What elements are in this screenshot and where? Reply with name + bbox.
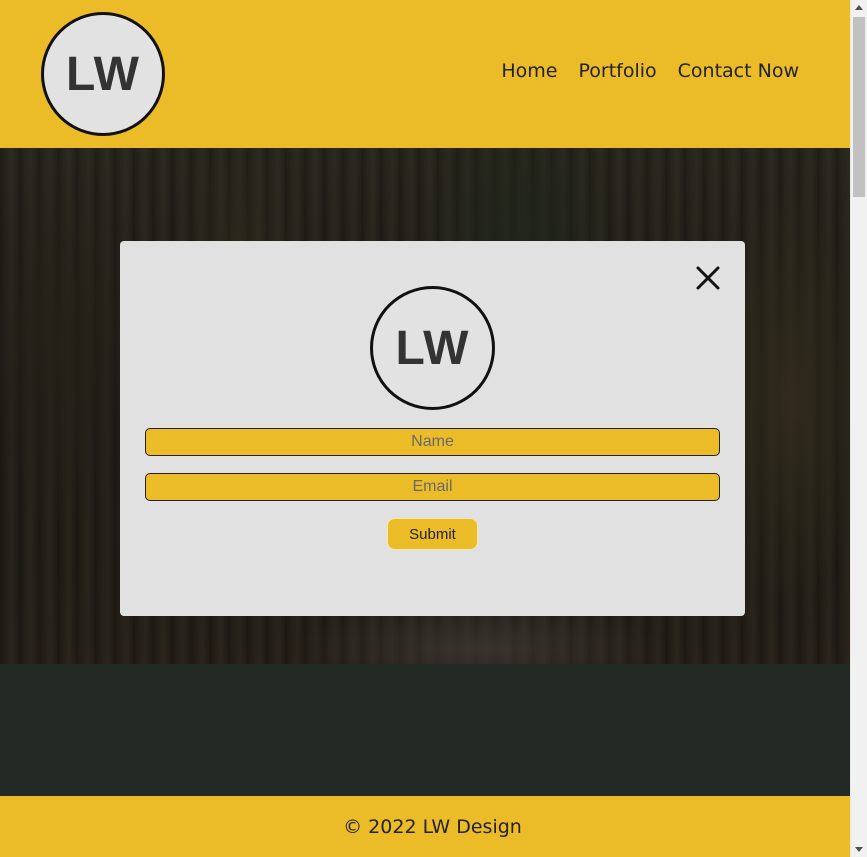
- nav-link-portfolio[interactable]: Portfolio: [578, 60, 656, 82]
- submit-button[interactable]: Submit: [387, 518, 478, 550]
- close-button[interactable]: [694, 264, 722, 292]
- close-icon: [696, 266, 720, 290]
- site-footer: © 2022 LW Design: [0, 796, 850, 857]
- scroll-down-arrow-icon[interactable]: [855, 847, 863, 852]
- site-logo[interactable]: LW: [41, 12, 165, 136]
- modal-logo: LW: [370, 286, 495, 410]
- site-header: LW Home Portfolio Contact Now: [0, 0, 850, 148]
- nav-link-home[interactable]: Home: [501, 60, 557, 82]
- copyright-text: © 2022 LW Design: [343, 815, 522, 838]
- dark-section: [0, 664, 850, 796]
- scroll-up-arrow-icon[interactable]: [855, 5, 863, 10]
- page-scrollbar[interactable]: [850, 0, 867, 857]
- name-field[interactable]: [145, 428, 720, 456]
- main-nav: Home Portfolio Contact Now: [501, 60, 799, 82]
- scrollbar-thumb[interactable]: [853, 17, 865, 197]
- email-field[interactable]: [145, 473, 720, 501]
- nav-link-contact[interactable]: Contact Now: [678, 60, 799, 82]
- contact-modal: LW Submit: [120, 241, 745, 616]
